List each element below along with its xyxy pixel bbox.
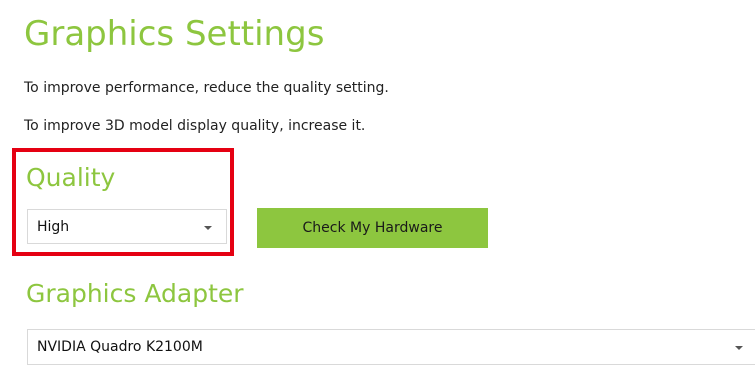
quality-section-title: Quality	[26, 163, 116, 192]
quality-select-value: High	[37, 219, 70, 235]
graphics-adapter-section-title: Graphics Adapter	[26, 279, 244, 308]
check-my-hardware-button[interactable]: Check My Hardware	[257, 208, 488, 248]
description-quality: To improve 3D model display quality, inc…	[24, 118, 366, 134]
graphics-adapter-select[interactable]: NVIDIA Quadro K2100M	[27, 329, 755, 365]
chevron-down-icon	[735, 346, 743, 350]
chevron-down-icon	[204, 226, 212, 230]
graphics-adapter-select-value: NVIDIA Quadro K2100M	[37, 339, 203, 355]
description-performance: To improve performance, reduce the quali…	[24, 80, 389, 96]
quality-select[interactable]: High	[27, 209, 227, 244]
page-title: Graphics Settings	[24, 14, 325, 54]
